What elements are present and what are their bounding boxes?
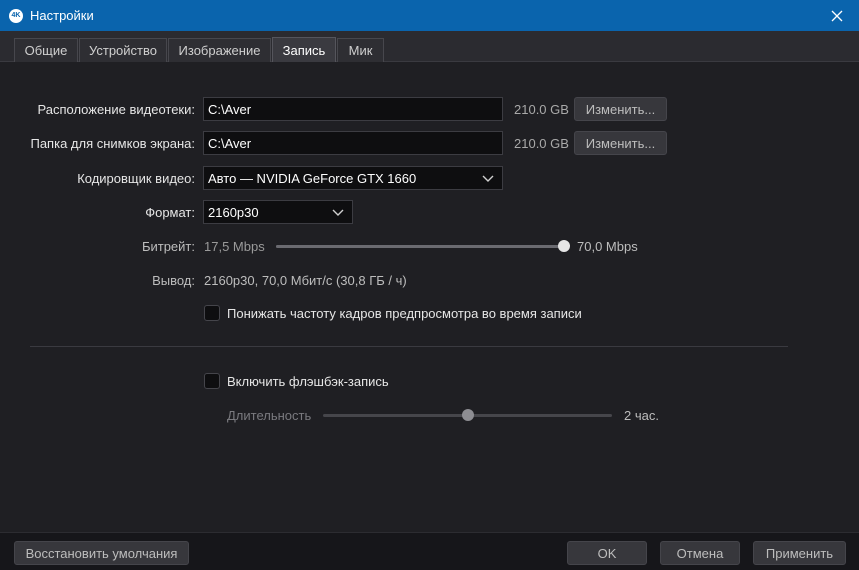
flashback-checkbox[interactable] (204, 373, 220, 389)
video-location-label: Расположение видеотеки: (37, 102, 195, 117)
tab-device[interactable]: Устройство (79, 38, 167, 62)
format-selected-value: 2160p30 (208, 204, 259, 220)
tab-recording[interactable]: Запись (272, 37, 336, 63)
duration-label: Длительность (227, 408, 312, 423)
dialog-footer: Восстановить умолчания OK Отмена Примени… (0, 532, 859, 570)
reduce-preview-fps-checkbox[interactable] (204, 305, 220, 321)
close-button[interactable] (815, 0, 859, 31)
format-label: Формат: (145, 205, 195, 220)
encoder-label: Кодировщик видео: (77, 171, 195, 186)
apply-button[interactable]: Применить (753, 541, 846, 565)
recording-settings-panel: Расположение видеотеки: C:\Aver 210.0 GB… (0, 62, 859, 532)
duration-value: 2 час. (624, 408, 659, 423)
video-location-size: 210.0 GB (514, 102, 569, 117)
format-dropdown[interactable]: 2160p30 (203, 200, 353, 224)
chevron-down-icon (482, 175, 494, 182)
cancel-button[interactable]: Отмена (660, 541, 740, 565)
change-video-location-button[interactable]: Изменить... (574, 97, 667, 121)
change-screenshot-folder-button[interactable]: Изменить... (574, 131, 667, 155)
bitrate-slider-fill (276, 245, 564, 248)
bitrate-slider-thumb[interactable] (558, 240, 570, 252)
title-bar: 4K Настройки (0, 0, 859, 31)
encoder-dropdown[interactable]: Авто — NVIDIA GeForce GTX 1660 (203, 166, 503, 190)
tab-mic[interactable]: Мик (337, 38, 384, 62)
app-logo-icon: 4K (9, 8, 23, 23)
settings-window: 4K Настройки Общие Устройство Изображени… (0, 0, 859, 570)
output-label: Вывод: (152, 273, 195, 288)
video-location-field[interactable]: C:\Aver (203, 97, 503, 121)
bitrate-slider[interactable] (276, 240, 570, 252)
section-divider (30, 346, 788, 347)
tab-image[interactable]: Изображение (168, 38, 271, 62)
bitrate-label: Битрейт: (141, 239, 195, 254)
chevron-down-icon (332, 209, 344, 216)
screenshot-folder-label: Папка для снимков экрана: (30, 136, 195, 151)
reduce-preview-fps-label[interactable]: Понижать частоту кадров предпросмотра во… (227, 306, 582, 321)
output-value: 2160p30, 70,0 Мбит/с (30,8 ГБ / ч) (204, 273, 407, 288)
tab-bar: Общие Устройство Изображение Запись Мик (0, 31, 859, 63)
bitrate-max-value: 70,0 Mbps (577, 239, 638, 254)
window-title: Настройки (30, 8, 94, 23)
close-icon (831, 10, 843, 21)
tab-general[interactable]: Общие (14, 38, 78, 62)
encoder-selected-value: Авто — NVIDIA GeForce GTX 1660 (208, 170, 417, 186)
screenshot-folder-field[interactable]: C:\Aver (203, 131, 503, 155)
duration-slider-thumb[interactable] (461, 409, 474, 421)
screenshot-folder-size: 210.0 GB (514, 136, 569, 151)
bitrate-min-value: 17,5 Mbps (204, 239, 265, 254)
ok-button[interactable]: OK (567, 541, 647, 565)
restore-defaults-button[interactable]: Восстановить умолчания (14, 541, 189, 565)
flashback-label[interactable]: Включить флэшбэк-запись (227, 374, 389, 389)
duration-slider[interactable] (323, 409, 612, 421)
